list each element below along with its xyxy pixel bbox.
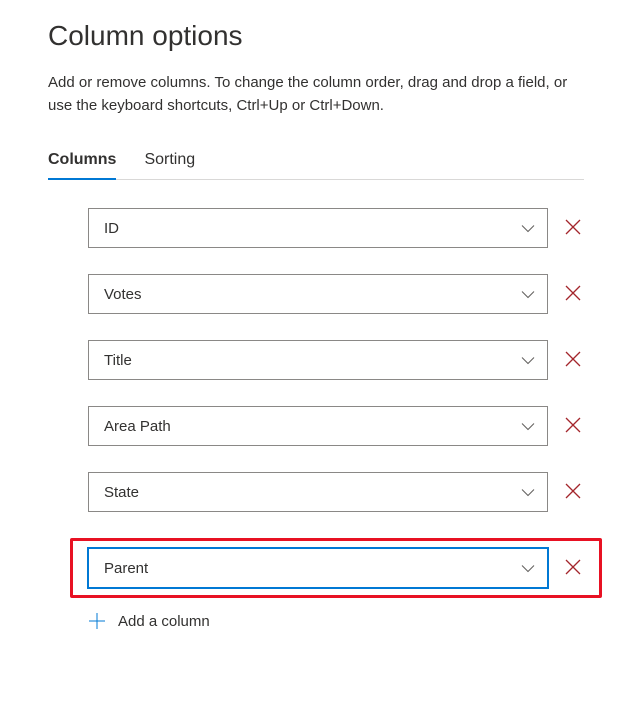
remove-column-button[interactable] <box>562 481 584 503</box>
chevron-down-icon <box>521 221 535 235</box>
tab-sorting[interactable]: Sorting <box>144 151 195 179</box>
column-row: State <box>88 472 584 512</box>
add-column-button[interactable]: Add a column <box>88 612 584 630</box>
column-row: ID <box>88 208 584 248</box>
remove-column-button[interactable] <box>562 557 584 579</box>
highlight-annotation: Parent <box>70 538 602 598</box>
column-select[interactable]: Title <box>88 340 548 380</box>
column-value: Votes <box>104 286 142 303</box>
chevron-down-icon <box>521 287 535 301</box>
chevron-down-icon <box>521 353 535 367</box>
plus-icon <box>88 612 106 630</box>
remove-column-button[interactable] <box>562 217 584 239</box>
column-select[interactable]: Votes <box>88 274 548 314</box>
column-value: State <box>104 484 139 501</box>
close-icon <box>564 284 582 305</box>
page-title: Column options <box>48 20 584 52</box>
add-column-label: Add a column <box>118 613 210 630</box>
page-description: Add or remove columns. To change the col… <box>48 72 584 117</box>
column-value: Area Path <box>104 418 171 435</box>
column-list: ID Votes Title <box>48 208 584 630</box>
chevron-down-icon <box>521 419 535 433</box>
chevron-down-icon <box>521 561 535 575</box>
close-icon <box>564 416 582 437</box>
remove-column-button[interactable] <box>562 415 584 437</box>
close-icon <box>564 218 582 239</box>
column-value: ID <box>104 220 119 237</box>
column-select[interactable]: ID <box>88 208 548 248</box>
column-row: Parent <box>78 548 594 588</box>
column-row: Votes <box>88 274 584 314</box>
column-select[interactable]: State <box>88 472 548 512</box>
column-row: Title <box>88 340 584 380</box>
column-select[interactable]: Parent <box>88 548 548 588</box>
close-icon <box>564 350 582 371</box>
tab-columns[interactable]: Columns <box>48 151 116 179</box>
column-value: Parent <box>104 560 148 577</box>
chevron-down-icon <box>521 485 535 499</box>
close-icon <box>564 558 582 579</box>
close-icon <box>564 482 582 503</box>
remove-column-button[interactable] <box>562 349 584 371</box>
column-value: Title <box>104 352 132 369</box>
tab-bar: Columns Sorting <box>48 151 584 180</box>
column-select[interactable]: Area Path <box>88 406 548 446</box>
remove-column-button[interactable] <box>562 283 584 305</box>
column-row: Area Path <box>88 406 584 446</box>
